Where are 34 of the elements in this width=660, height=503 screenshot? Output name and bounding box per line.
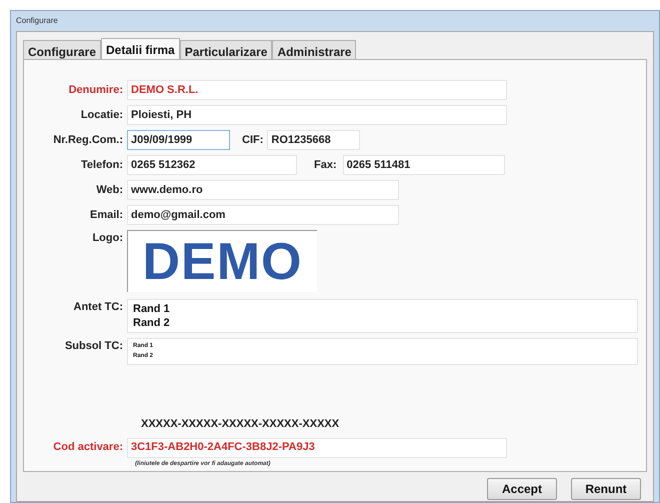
field-label: Denumire:: [68, 82, 123, 98]
field-label: Logo:: [92, 231, 123, 246]
logo-box[interactable]: DEMO: [127, 230, 317, 292]
field-label: Subsol TC:: [64, 339, 123, 354]
window-title: Configurare: [16, 15, 58, 27]
input-field[interactable]: 0265 511481: [342, 155, 505, 175]
tab[interactable]: Particularizare: [180, 40, 272, 59]
input-field[interactable]: www.demo.ro: [127, 180, 399, 200]
field-label: Web:: [96, 182, 123, 198]
input-field[interactable]: RO1235668: [267, 130, 360, 150]
field-label: Fax:: [314, 158, 337, 173]
logo-text: DEMO: [142, 236, 302, 288]
tab[interactable]: Configurare: [23, 40, 102, 59]
field-label: Telefon:: [81, 158, 123, 173]
text-line: Rand 2: [133, 316, 171, 330]
field-label: Locatie:: [80, 108, 123, 123]
field-label: Email:: [90, 208, 123, 223]
field-label: CIF:: [242, 132, 264, 148]
input-field[interactable]: demo@gmail.com: [127, 205, 399, 225]
text-line: Rand 1: [133, 302, 171, 316]
tab[interactable]: Administrare: [272, 40, 356, 59]
tab[interactable]: Detalii firma: [101, 38, 180, 59]
input-field[interactable]: DEMO S.R.L.: [127, 80, 507, 100]
input-field[interactable]: 3C1F3-AB2H0-2A4FC-3B8J2-PA9J3: [127, 438, 507, 458]
text-area[interactable]: Rand 1 Rand 2: [127, 299, 638, 333]
input-field[interactable]: Ploiesti, PH: [127, 105, 507, 125]
code-mask: XXXXX-XXXXX-XXXXX-XXXXX-XXXXX: [141, 417, 340, 432]
field-label: Nr.Reg.Com.:: [53, 132, 123, 148]
input-field[interactable]: J09/09/1999: [127, 130, 230, 150]
dialog-button[interactable]: Accept: [487, 478, 557, 500]
field-label: Cod activare:: [53, 440, 123, 456]
field-label: Antet TC:: [74, 300, 123, 315]
dialog-button[interactable]: Renunt: [571, 478, 641, 500]
input-field[interactable]: 0265 512362: [127, 155, 297, 175]
